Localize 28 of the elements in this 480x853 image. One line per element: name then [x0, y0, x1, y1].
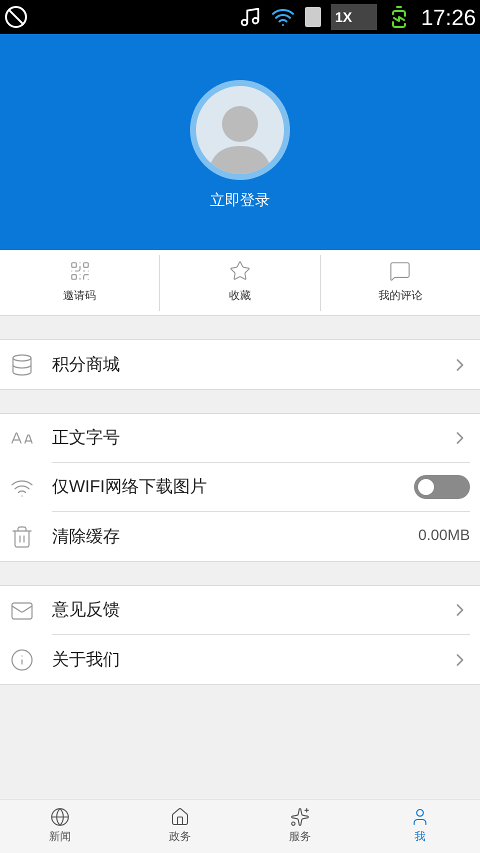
sim-icon: [304, 7, 321, 27]
cache-size: 0.00MB: [418, 526, 470, 546]
quick-action[interactable]: 我的评论: [378, 288, 422, 305]
nav-tab[interactable]: 我: [360, 800, 480, 853]
house-icon: [170, 807, 190, 828]
sparkles-icon: [290, 807, 310, 828]
menu-label[interactable]: 清除缓存: [52, 524, 418, 550]
menu-label[interactable]: 积分商城: [52, 352, 450, 378]
nav-tab[interactable]: 服务: [240, 800, 360, 853]
menu-label[interactable]: 意见反馈: [52, 597, 450, 623]
qr-code-icon: [68, 260, 91, 282]
menu-label: 仅WIFI网络下载图片: [52, 476, 208, 498]
menu-label[interactable]: 正文字号: [52, 425, 450, 451]
network-indicator: 1X: [330, 4, 377, 30]
info-icon: [10, 648, 34, 672]
star-icon: [228, 260, 251, 282]
nav-tab[interactable]: 政务: [120, 800, 240, 853]
quick-action[interactable]: 收藏: [228, 288, 251, 305]
toggle-switch[interactable]: [414, 475, 470, 499]
globe-icon: [50, 807, 70, 828]
trash-icon: [10, 524, 34, 548]
menu-label[interactable]: 关于我们: [52, 646, 450, 672]
comment-icon: [389, 260, 412, 282]
login-link[interactable]: 立即登录: [210, 190, 270, 212]
database-icon: [10, 352, 34, 376]
quick-action[interactable]: 邀请码: [63, 288, 96, 305]
clock: 17:26: [420, 4, 476, 32]
nav-tab[interactable]: 新闻: [0, 800, 120, 853]
